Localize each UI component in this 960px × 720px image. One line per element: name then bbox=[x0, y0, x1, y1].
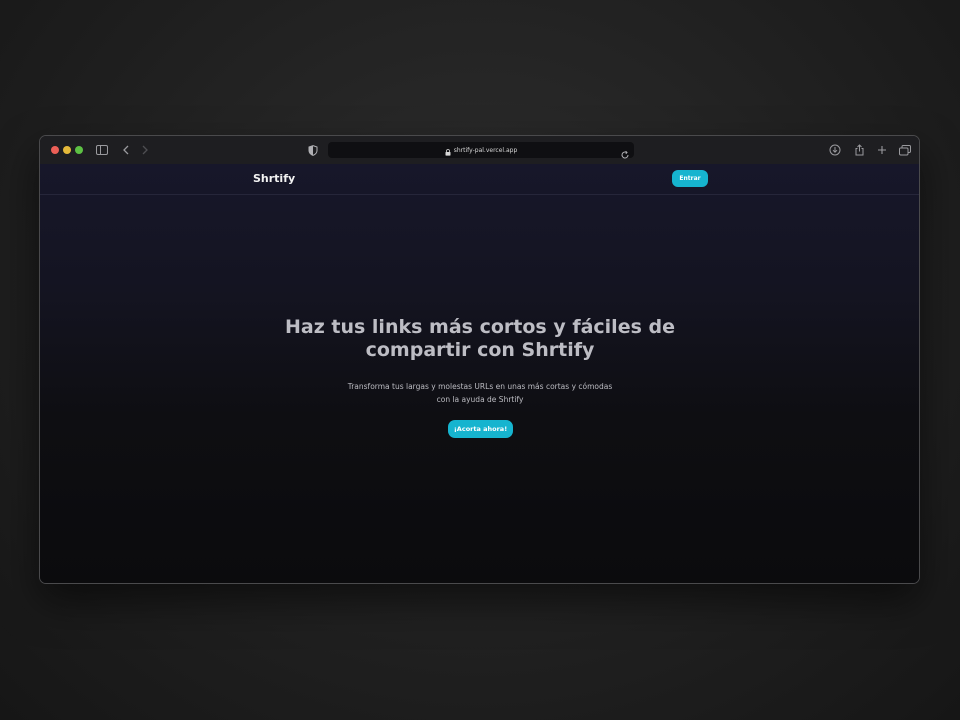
address-url: shrtify-pal.vercel.app bbox=[453, 146, 518, 154]
plus-icon[interactable] bbox=[875, 143, 889, 157]
hero-title: Haz tus links más cortos y fáciles de co… bbox=[284, 316, 675, 361]
address-bar[interactable]: shrtify-pal.vercel.app bbox=[328, 141, 634, 160]
lock-icon bbox=[445, 141, 451, 160]
tabs-overview-icon[interactable] bbox=[898, 143, 912, 157]
hero-subtitle: Transforma tus largas y molestas URLs en… bbox=[347, 382, 613, 404]
close-window-button[interactable] bbox=[51, 146, 59, 154]
shield-icon[interactable] bbox=[306, 143, 320, 157]
reload-icon[interactable] bbox=[620, 145, 630, 159]
sidebar-icon[interactable] bbox=[95, 143, 109, 157]
browser-toolbar: shrtify-pal.vercel.app bbox=[40, 136, 919, 165]
page-content: Shrtify Entrar Haz tus links más cortos … bbox=[40, 164, 919, 583]
chevron-left-icon[interactable] bbox=[119, 143, 133, 157]
login-button[interactable]: Entrar bbox=[672, 170, 708, 187]
site-navbar: Shrtify Entrar bbox=[40, 164, 919, 195]
browser-window: shrtify-pal.vercel.app Shrtify Entrar Ha… bbox=[39, 135, 920, 584]
share-icon[interactable] bbox=[852, 143, 866, 157]
maximize-window-button[interactable] bbox=[75, 146, 83, 154]
shorten-now-button[interactable]: ¡Acorta ahora! bbox=[448, 420, 513, 438]
chevron-right-icon[interactable] bbox=[138, 143, 152, 157]
download-icon[interactable] bbox=[828, 143, 842, 157]
minimize-window-button[interactable] bbox=[63, 146, 71, 154]
brand-logo[interactable]: Shrtify bbox=[253, 172, 295, 185]
